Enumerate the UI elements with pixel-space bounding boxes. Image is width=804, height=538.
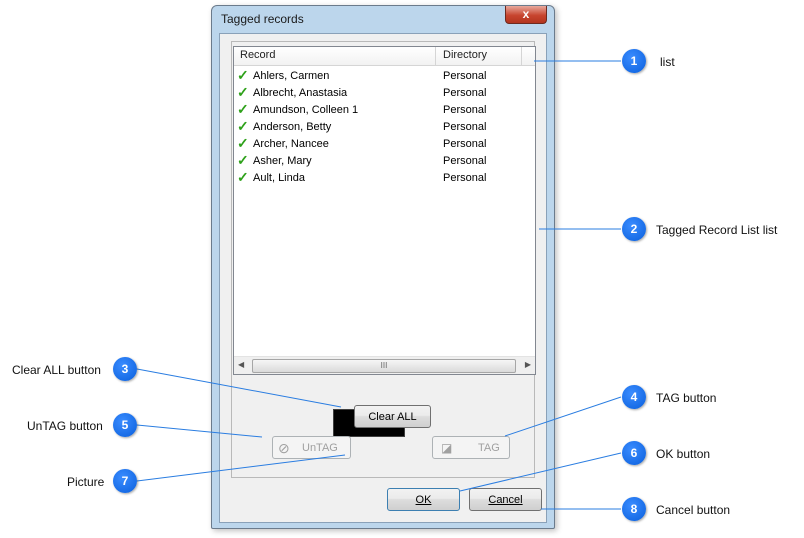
callout-badge-5: 5 (113, 413, 137, 437)
callout-line-6 (459, 452, 622, 492)
callout-label-2: Tagged Record List list (656, 223, 778, 237)
callout-line-4 (504, 396, 622, 437)
callout-line-5 (136, 424, 263, 438)
callout-label-5: UnTAG button (27, 419, 103, 433)
callout-line-7 (136, 454, 346, 482)
callout-badge-1: 1 (622, 49, 646, 73)
callout-label-1: list (660, 55, 675, 69)
callout-badge-8: 8 (622, 497, 646, 521)
callout-badge-6: 6 (622, 441, 646, 465)
callout-label-7: Picture (67, 475, 105, 489)
callout-badge-3: 3 (113, 357, 137, 381)
callout-badge-4: 4 (622, 385, 646, 409)
callout-label-6: OK button (656, 447, 711, 461)
callout-line-3 (136, 368, 342, 408)
callout-badge-7: 7 (113, 469, 137, 493)
callout-label-4: TAG button (656, 391, 717, 405)
callout-badge-2: 2 (622, 217, 646, 241)
callout-label-8: Cancel button (656, 503, 731, 517)
callout-label-3: Clear ALL button (12, 363, 101, 377)
